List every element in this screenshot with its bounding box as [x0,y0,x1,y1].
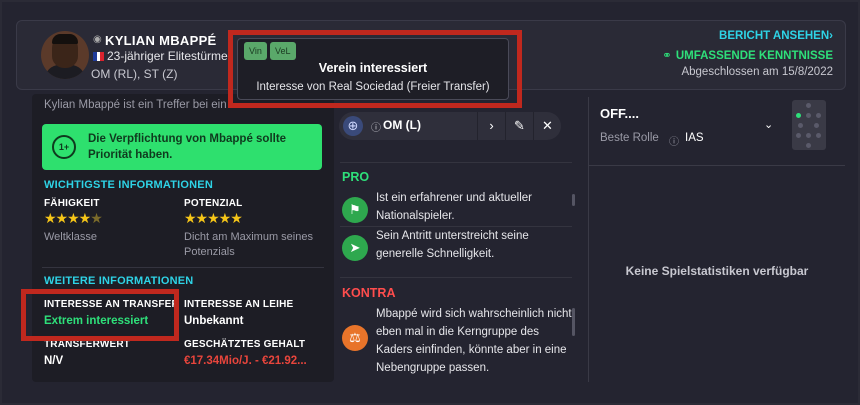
chevron-right-icon[interactable]: › [477,112,505,140]
potential-label: POTENZIAL [184,198,243,209]
chevron-right-icon: › [829,30,833,42]
scouting-panel: ◉ KYLIAN MBAPPÉ 23-jähriger Elitestürmer… [0,0,860,405]
potential-stars: ★★★★★ [184,210,243,226]
key-info-title: WICHTIGSTE INFORMATIONEN [44,179,213,191]
transfer-value: N/V [44,355,64,367]
section-divider [42,267,324,268]
lock-icon: ◉ [93,34,102,45]
position-value: OM (L) [383,118,421,132]
knowledge-label: UMFASSENDE KENNTNISSE [675,50,833,62]
recommendation-text: Die Verpflichtung von Mbappé sollte Prio… [88,133,287,161]
no-stats-message: Keine Spielstatistiken verfügbar [625,264,809,278]
boot-icon: ➤ [342,235,368,261]
ability-value: Weltklasse [44,231,97,243]
ability-stars: ★★★★★ [44,210,103,226]
view-report-label: BERICHT ANSEHEN [719,30,830,42]
knowledge-level: ⚭ UMFASSENDE KENNTNISSE [662,48,833,62]
player-description: 23-jähriger Elitestürmer [107,49,232,63]
highlight-transfer-interest [21,289,179,341]
edit-icon[interactable]: ✎ [505,112,533,140]
kontra-title: KONTRA [342,286,396,300]
role-name: OFF.... [600,106,639,121]
intro-text: Kylian Mbappé ist ein Treffer bei ein [44,99,227,111]
more-info-title: WEITERE INFORMATIONEN [44,275,194,287]
flag-icon: ⚑ [342,197,368,223]
middle-divider [340,162,572,163]
position-selector[interactable]: ⊕ ⓘ OM (L) › ✎ ✕ [339,112,561,140]
kontra-scrollbar[interactable] [572,308,575,336]
chevron-down-icon[interactable]: ⌄ [764,118,773,131]
completed-date: Abgeschlossen am 15/8/2022 [681,66,833,78]
pro-item: Sein Antritt unterstreicht seine generel… [376,230,529,260]
player-positions: OM (RL), ST (Z) [91,67,178,81]
wage-label: GESCHÄTZTES GEHALT [184,339,306,350]
info-icon: ⓘ [371,123,381,134]
ability-stars-text: ★★★★ [44,210,91,226]
crosshair-icon[interactable]: ⊕ [343,116,363,136]
pro-scrollbar[interactable] [572,194,575,206]
ability-label: FÄHIGKEIT [44,198,100,209]
view-report-link[interactable]: BERICHT ANSEHEN› [719,30,833,42]
potential-value: Dicht am Maximum seines Potenzials [184,231,313,258]
recommendation-box: 1+ Die Verpflichtung von Mbappé sollte P… [42,124,322,170]
best-role-value: IAS [685,132,704,144]
right-divider [589,165,845,166]
wage-value: €17.34Mio/J. - €21.92... [184,355,307,367]
binoculars-icon: ⚭ [662,50,672,62]
recommendation-badge: 1+ [52,135,76,159]
flask-icon: ⚖ [342,325,368,351]
kontra-item: Mbappé wird sich wahrscheinlich nicht eb… [376,308,572,374]
highlight-tooltip [228,30,522,108]
middle-divider [340,277,572,278]
info-icon: ⓘ [669,137,679,148]
player-avatar [41,31,89,79]
panel-separator [588,97,589,382]
player-name[interactable]: KYLIAN MBAPPÉ [105,33,217,48]
loan-interest-label: INTERESSE AN LEIHE [184,299,294,310]
france-flag-icon [93,52,105,61]
formation-pitch-icon [792,100,826,150]
pro-title: PRO [342,170,370,184]
close-icon[interactable]: ✕ [533,112,561,140]
best-role-label: Beste Rolle [600,132,659,144]
loan-interest-value: Unbekannt [184,315,244,327]
pro-item: Ist ein erfahrener und aktueller Nationa… [376,192,532,222]
